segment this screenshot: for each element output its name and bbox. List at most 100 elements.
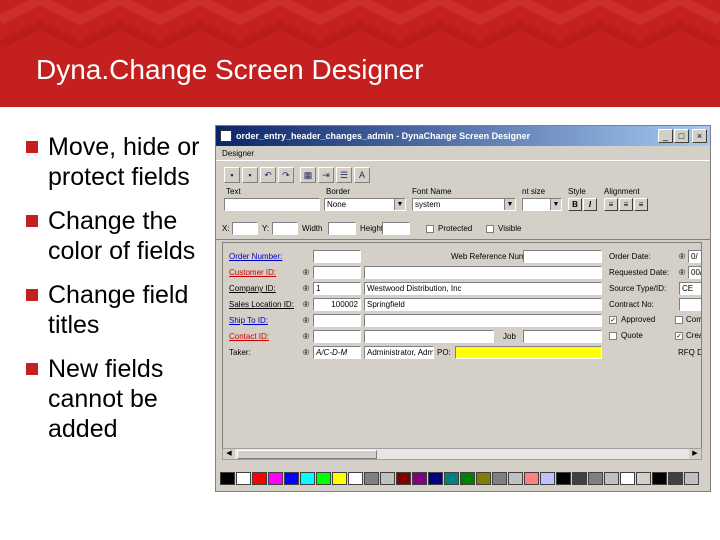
font-name-select[interactable]: system ▼	[412, 198, 516, 211]
company-id-label[interactable]: Company ID:	[229, 284, 276, 293]
required-icon: ®	[679, 268, 685, 277]
color-swatch[interactable]	[380, 472, 395, 485]
customer-id-label[interactable]: Customer ID:	[229, 268, 276, 277]
label-icon[interactable]: A	[354, 167, 370, 183]
font-size-select[interactable]: ▼	[522, 198, 562, 211]
redo-icon[interactable]: ↷	[278, 167, 294, 183]
sales-location-name-field[interactable]: Springfield	[364, 298, 602, 311]
color-swatch[interactable]	[316, 472, 331, 485]
color-swatch[interactable]	[284, 472, 299, 485]
ship-to-id-field[interactable]	[313, 314, 361, 327]
close-button[interactable]: ×	[692, 129, 707, 143]
color-swatch[interactable]	[460, 472, 475, 485]
save-as-icon[interactable]: ▪	[242, 167, 258, 183]
color-swatch[interactable]	[556, 472, 571, 485]
color-swatch[interactable]	[476, 472, 491, 485]
horizontal-scrollbar[interactable]: ◀ ▶	[222, 448, 702, 460]
color-swatch[interactable]	[444, 472, 459, 485]
color-swatch[interactable]	[364, 472, 379, 485]
undo-icon[interactable]: ↶	[260, 167, 276, 183]
color-swatch[interactable]	[508, 472, 523, 485]
color-swatch[interactable]	[588, 472, 603, 485]
ship-to-id-label[interactable]: Ship To ID:	[229, 316, 268, 325]
taker-label[interactable]: Taker:	[229, 348, 251, 357]
complete-checkbox[interactable]	[675, 316, 683, 324]
customer-id-field[interactable]	[313, 266, 361, 279]
contact-id-label[interactable]: Contact ID:	[229, 332, 269, 341]
color-swatch[interactable]	[492, 472, 507, 485]
window-titlebar[interactable]: order_entry_header_changes_admin - DynaC…	[216, 126, 710, 146]
contract-no-field[interactable]	[679, 298, 701, 311]
color-swatch[interactable]	[220, 472, 235, 485]
color-swatch[interactable]	[300, 472, 315, 485]
align-left-button[interactable]: ≡	[604, 198, 618, 211]
x-input[interactable]	[232, 222, 258, 235]
minimize-button[interactable]: _	[658, 129, 673, 143]
job-label: Job	[503, 332, 516, 341]
taker-name-field[interactable]: Administrator, Admin	[364, 346, 434, 359]
visible-checkbox[interactable]	[486, 225, 494, 233]
color-swatch[interactable]	[412, 472, 427, 485]
color-swatch[interactable]	[540, 472, 555, 485]
source-type-field[interactable]: CE	[679, 282, 701, 295]
properties-icon[interactable]: ☰	[336, 167, 352, 183]
protected-checkbox[interactable]	[426, 225, 434, 233]
web-reference-field[interactable]	[523, 250, 602, 263]
order-number-label[interactable]: Order Number:	[229, 252, 282, 261]
color-swatch[interactable]	[572, 472, 587, 485]
company-name-field[interactable]: Westwood Distribution, Inc	[364, 282, 602, 295]
contact-name-field[interactable]	[364, 330, 494, 343]
color-swatch[interactable]	[652, 472, 667, 485]
requested-date-field[interactable]: 00/	[688, 266, 701, 279]
order-number-field[interactable]	[313, 250, 361, 263]
grid-icon[interactable]: ▦	[300, 167, 316, 183]
height-input[interactable]	[382, 222, 410, 235]
color-swatch[interactable]	[620, 472, 635, 485]
tab-order-icon[interactable]: ⇥	[318, 167, 334, 183]
italic-button[interactable]: I	[583, 198, 597, 211]
customer-name-field[interactable]	[364, 266, 602, 279]
scroll-thumb[interactable]	[237, 450, 377, 459]
create-checkbox[interactable]: ✓	[675, 332, 683, 340]
contact-id-field[interactable]	[313, 330, 361, 343]
order-date-label[interactable]: Order Date:	[609, 252, 651, 261]
color-swatch[interactable]	[236, 472, 251, 485]
color-swatch[interactable]	[396, 472, 411, 485]
bold-button[interactable]: B	[568, 198, 582, 211]
width-input[interactable]	[328, 222, 356, 235]
align-center-button[interactable]: ≡	[619, 198, 633, 211]
source-type-label[interactable]: Source Type/ID:	[609, 284, 666, 293]
color-swatch[interactable]	[604, 472, 619, 485]
approved-checkbox[interactable]: ✓	[609, 316, 617, 324]
color-swatch[interactable]	[348, 472, 363, 485]
scroll-left-icon[interactable]: ◀	[223, 449, 235, 459]
po-field[interactable]	[455, 346, 602, 359]
design-canvas[interactable]: Order Number: Customer ID: Company ID: S…	[222, 242, 702, 454]
order-date-field[interactable]: 0/	[688, 250, 701, 263]
ship-to-name-field[interactable]	[364, 314, 602, 327]
taker-field[interactable]: A/C-D-M	[313, 346, 361, 359]
save-icon[interactable]: ▪	[224, 167, 240, 183]
contract-no-label[interactable]: Contract No:	[609, 300, 654, 309]
border-select[interactable]: None ▼	[324, 198, 406, 211]
align-right-button[interactable]: ≡	[634, 198, 648, 211]
color-swatch[interactable]	[668, 472, 683, 485]
color-swatch[interactable]	[252, 472, 267, 485]
company-id-field[interactable]: 1	[313, 282, 361, 295]
color-swatch[interactable]	[524, 472, 539, 485]
maximize-button[interactable]: □	[674, 129, 689, 143]
color-swatch[interactable]	[332, 472, 347, 485]
color-swatch[interactable]	[684, 472, 699, 485]
sales-location-id-field[interactable]: 100002	[313, 298, 361, 311]
y-input[interactable]	[272, 222, 298, 235]
color-swatch[interactable]	[268, 472, 283, 485]
scroll-right-icon[interactable]: ▶	[689, 449, 701, 459]
color-swatch[interactable]	[636, 472, 651, 485]
job-field[interactable]	[523, 330, 602, 343]
color-swatch[interactable]	[428, 472, 443, 485]
text-input[interactable]	[224, 198, 320, 211]
menu-designer[interactable]: Designer	[222, 149, 254, 158]
sales-location-id-label[interactable]: Sales Location ID:	[229, 300, 294, 309]
requested-date-label[interactable]: Requested Date:	[609, 268, 669, 277]
quote-checkbox[interactable]	[609, 332, 617, 340]
